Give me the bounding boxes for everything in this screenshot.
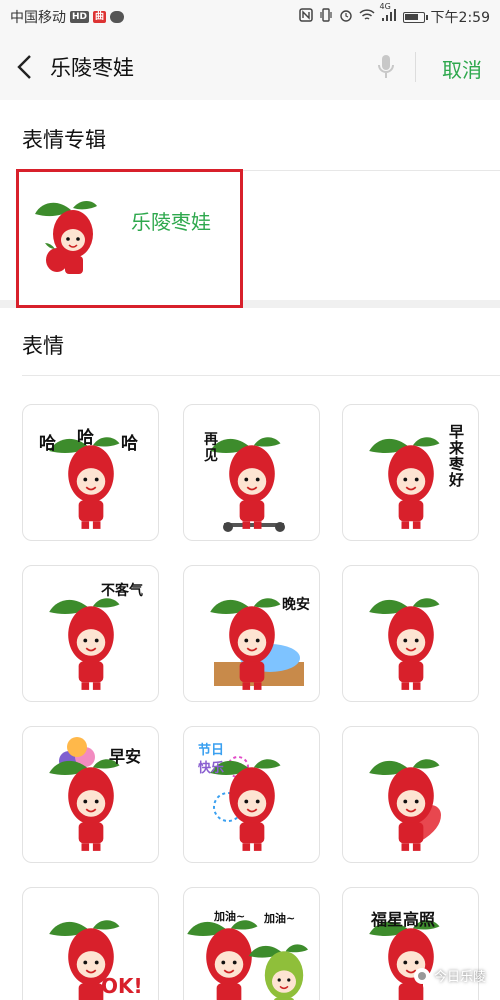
search-divider [415,52,416,82]
search-input[interactable]: 乐陵枣娃 [50,52,134,82]
sticker-caption: 哈 [121,434,138,454]
sticker-caption: 早安 [109,747,142,766]
jujube-mascot-icon [35,201,97,274]
sticker-caption: 晚安 [282,597,310,613]
jujube-heart-icon [369,759,441,851]
hd-badge: HD [70,11,90,23]
sticker-caption: 快乐 [198,761,225,776]
jujube-cheering-pair-icon [187,920,308,1000]
album-card[interactable]: 乐陵枣娃 [16,169,243,308]
sticker-caption: 哈 [39,434,56,454]
wechat-account-icon [413,967,430,984]
status-bar: 中国移动 HD 曲 4G 下午2:59 [0,0,500,34]
watermark-label: 今日乐陵 [433,970,486,985]
section-divider [22,375,500,376]
sticker-item[interactable]: 再见 [183,404,320,541]
watermark: 今日乐陵 [413,966,486,985]
sticker-item[interactable]: 晚安 [183,565,320,702]
sticker-caption: 节日 [198,743,225,758]
jujube-good-night-bed-icon [210,598,304,690]
sticker-item[interactable]: 加油~ 加油~ [183,887,320,1000]
vibrate-icon [319,8,333,26]
stickers-section-title: 表情 [22,334,64,358]
cellular-signal-icon: 4G [380,2,397,26]
sticker-caption: 好 [449,471,465,489]
sticker-item[interactable]: 早来枣好 [342,404,479,541]
search-bar: 乐陵枣娃 取消 [0,34,500,100]
jujube-scooter-goodbye-icon [210,437,285,532]
sticker-item[interactable]: 节日 快乐 [183,726,320,863]
sticker-caption: 哈 [77,428,94,448]
microphone-icon [378,55,394,78]
sticker-caption: 不客气 [101,583,143,599]
app-notification-badge: 曲 [93,11,107,23]
album-name: 乐陵枣娃 [131,210,211,234]
sticker-item[interactable] [342,726,479,863]
sticker-caption: OK! [101,974,143,998]
wifi-icon [359,8,375,26]
sticker-item[interactable]: OK! [22,887,159,1000]
sticker-caption: 见 [204,448,218,464]
sticker-caption: 加油~ [264,912,296,925]
sticker-item[interactable]: 不客气 [22,565,159,702]
nfc-icon [298,8,313,26]
network-type-label: 4G [379,2,391,11]
alarm-icon [339,8,353,26]
sticker-item[interactable] [342,565,479,702]
battery-icon [402,11,428,23]
sticker-item[interactable]: 早安 [22,726,159,863]
chevron-left-icon [17,55,31,79]
clock: 下午2:59 [430,10,490,26]
back-button[interactable] [0,54,50,80]
jujube-crying-icon [369,598,440,690]
sticker-caption: 加油~ [214,910,246,923]
carrier-label: 中国移动 [10,10,66,26]
sticker-item[interactable]: 哈哈哈 [22,404,159,541]
albums-section-title: 表情专辑 [22,128,106,152]
voice-input-button[interactable] [376,54,396,84]
sticker-caption: 福星高照 [371,910,436,929]
cancel-button[interactable]: 取消 [442,54,482,83]
message-notification-icon [110,11,125,23]
